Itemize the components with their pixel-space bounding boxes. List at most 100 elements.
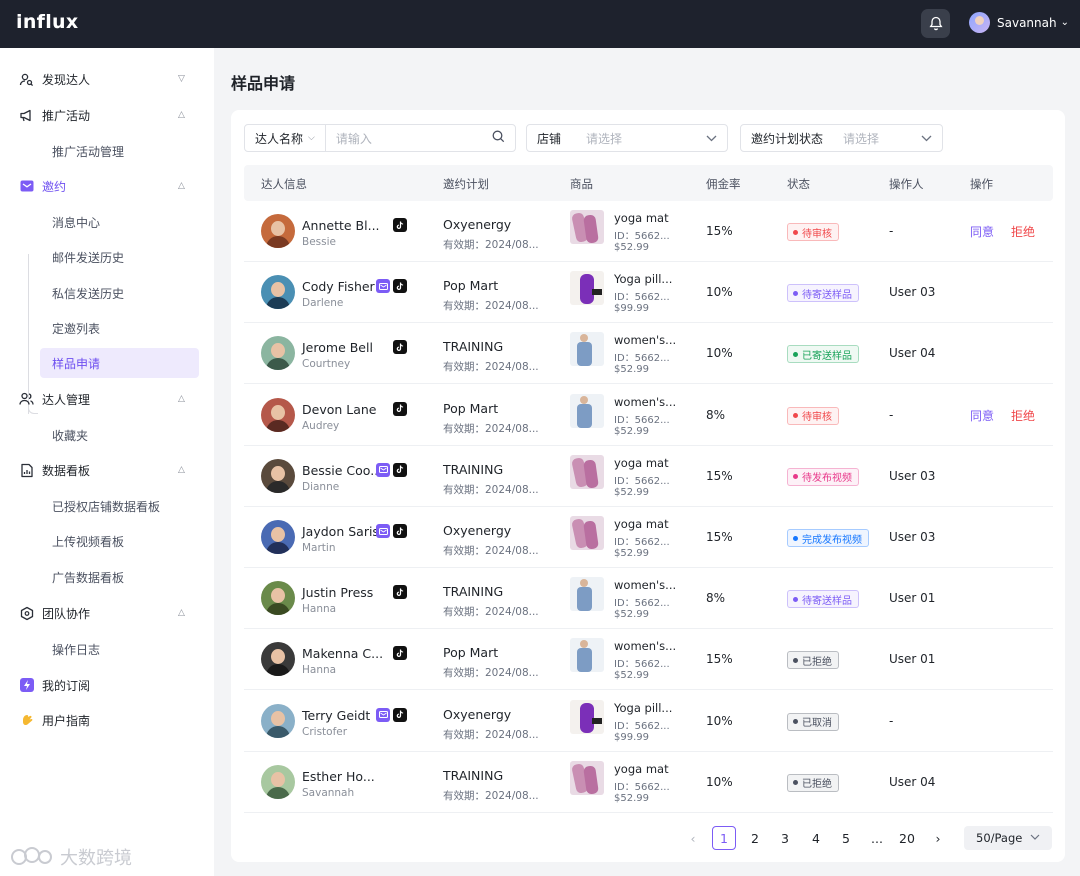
product-image[interactable] <box>570 699 604 734</box>
invite-plan-name[interactable]: Pop Mart <box>443 401 498 416</box>
tiktok-icon[interactable] <box>393 585 407 600</box>
shop-filter[interactable]: 店铺 请选择 <box>526 124 728 152</box>
product-image[interactable] <box>570 638 604 673</box>
table-row[interactable]: Justin Press Hanna TRAINING 有效期：2024/08... w… <box>244 568 1053 630</box>
table-row[interactable]: Makenna C... Hanna Pop Mart 有效期：2024/08... w… <box>244 629 1053 691</box>
product-name[interactable]: yoga mat <box>614 211 669 225</box>
approve-button[interactable]: 同意 <box>970 223 994 240</box>
invite-plan-name[interactable]: Oxyenergy <box>443 217 511 232</box>
tiktok-icon[interactable] <box>393 524 407 538</box>
prev-page-button[interactable]: ‹ <box>681 826 705 850</box>
sidebar-item-message-center[interactable]: 消息中心 <box>40 207 199 237</box>
invite-plan-name[interactable]: TRAINING <box>443 584 503 599</box>
creator-filter-type-select[interactable]: 达人名称 ⌵ <box>245 125 325 151</box>
creator-search-input[interactable]: 请输入 <box>326 130 372 147</box>
message-icon[interactable] <box>376 707 390 722</box>
shop-select[interactable]: 请选择 <box>571 130 622 147</box>
table-row[interactable]: Esther Ho... Savannah TRAINING 有效期：2024/08.… <box>244 752 1053 813</box>
tiktok-icon[interactable] <box>393 401 407 416</box>
table-row[interactable]: Devon Lane Audrey Pop Mart 有效期：2024/08... wo… <box>244 385 1053 446</box>
sidebar-item-operation-log[interactable]: 操作日志 <box>40 634 199 664</box>
message-icon[interactable] <box>376 524 390 538</box>
product-image[interactable] <box>570 577 604 612</box>
product-image[interactable] <box>570 210 604 244</box>
page-button[interactable]: 5 <box>834 826 858 850</box>
product-name[interactable]: women's... <box>614 333 676 347</box>
user-menu[interactable]: Savannah ⌄ <box>969 12 1069 33</box>
product-image[interactable] <box>570 332 604 367</box>
creator-name[interactable]: Terry Geidt <box>302 708 370 723</box>
invite-plan-name[interactable]: Oxyenergy <box>443 707 511 722</box>
product-image[interactable] <box>570 271 604 306</box>
product-name[interactable]: Yoga pill... <box>614 272 672 286</box>
avatar[interactable] <box>261 764 295 799</box>
page-button[interactable]: 2 <box>743 826 767 850</box>
page-button[interactable]: 20 <box>895 826 919 850</box>
creator-name[interactable]: Esther Ho... <box>302 769 375 784</box>
creator-name[interactable]: Justin Press <box>302 585 373 600</box>
app-logo[interactable]: influx <box>16 11 78 33</box>
reject-button[interactable]: 拒绝 <box>1011 223 1035 240</box>
avatar[interactable] <box>261 397 295 432</box>
sidebar-item-invite[interactable]: 邀约 △ <box>0 171 214 201</box>
tiktok-icon[interactable] <box>393 707 407 722</box>
tiktok-icon[interactable] <box>393 279 407 294</box>
notification-bell-icon[interactable] <box>921 9 950 38</box>
sidebar-item-discover[interactable]: 发现达人 ▽ <box>0 64 214 94</box>
approve-button[interactable]: 同意 <box>970 407 994 424</box>
creator-name[interactable]: Cody Fisher <box>302 279 375 294</box>
sidebar-item-creator-manage[interactable]: 达人管理 △ <box>0 384 214 414</box>
sidebar-item-ad-dashboard[interactable]: 广告数据看板 <box>40 562 199 592</box>
tiktok-icon[interactable] <box>393 462 407 477</box>
table-row[interactable]: Annette Bl... Bessie Oxyenergy 有效期：2024/08.… <box>244 201 1053 262</box>
tiktok-icon[interactable] <box>393 218 407 232</box>
table-row[interactable]: Jerome Bell Courtney TRAINING 有效期：2024/08..… <box>244 323 1053 385</box>
search-icon[interactable] <box>492 130 505 146</box>
product-name[interactable]: women's... <box>614 639 676 653</box>
page-size-select[interactable]: 50/Page <box>964 826 1052 850</box>
avatar[interactable] <box>261 275 295 310</box>
message-icon[interactable] <box>376 279 390 294</box>
sidebar-item-campaign-manage[interactable]: 推广活动管理 <box>40 136 199 166</box>
product-name[interactable]: yoga mat <box>614 456 669 470</box>
plan-status-select[interactable]: 请选择 <box>833 130 879 147</box>
sidebar-item-shop-dashboard[interactable]: 已授权店铺数据看板 <box>40 491 199 521</box>
page-button[interactable]: 4 <box>804 826 828 850</box>
plan-status-filter[interactable]: 邀约计划状态 请选择 <box>740 124 943 152</box>
invite-plan-name[interactable]: TRAINING <box>443 768 503 783</box>
avatar[interactable] <box>261 458 295 493</box>
avatar[interactable] <box>261 520 295 554</box>
invite-plan-name[interactable]: Pop Mart <box>443 645 498 660</box>
creator-name[interactable]: Jerome Bell <box>302 340 373 355</box>
table-row[interactable]: Cody Fisher Darlene Pop Mart 有效期：2024/08...… <box>244 262 1053 324</box>
table-row[interactable]: Terry Geidt Cristofer Oxyenergy 有效期：2024/08… <box>244 691 1053 752</box>
avatar[interactable] <box>261 642 295 677</box>
sidebar-item-video-dashboard[interactable]: 上传视频看板 <box>40 526 199 556</box>
invite-plan-name[interactable]: TRAINING <box>443 462 503 477</box>
avatar[interactable] <box>261 336 295 371</box>
product-name[interactable]: yoga mat <box>614 517 669 531</box>
sidebar-item-subscription[interactable]: 我的订阅 <box>0 670 214 700</box>
sidebar-item-invite-list[interactable]: 定邀列表 <box>40 313 199 343</box>
product-image[interactable] <box>570 393 604 428</box>
creator-name[interactable]: Bessie Coo... <box>302 463 382 478</box>
product-name[interactable]: Yoga pill... <box>614 701 672 715</box>
creator-name[interactable]: Annette Bl... <box>302 218 380 233</box>
sidebar-item-favorites[interactable]: 收藏夹 <box>40 420 199 450</box>
tiktok-icon[interactable] <box>393 340 407 355</box>
reject-button[interactable]: 拒绝 <box>1011 407 1035 424</box>
sidebar-item-dashboard[interactable]: 数据看板 △ <box>0 455 214 485</box>
creator-name[interactable]: Jaydon Saris <box>302 524 379 539</box>
page-ellipsis[interactable]: ... <box>865 826 889 850</box>
sidebar-item-dm-history[interactable]: 私信发送历史 <box>40 278 199 308</box>
table-row[interactable]: Bessie Coo... Dianne TRAINING 有效期：2024/08..… <box>244 446 1053 507</box>
tiktok-icon[interactable] <box>393 646 407 661</box>
next-page-button[interactable]: › <box>926 826 950 850</box>
message-icon[interactable] <box>376 462 390 477</box>
sidebar-item-user-guide[interactable]: 用户指南 <box>0 705 214 735</box>
creator-name[interactable]: Makenna C... <box>302 646 383 661</box>
sidebar-item-campaign[interactable]: 推广活动 △ <box>0 100 214 130</box>
page-button[interactable]: 1 <box>712 826 736 850</box>
invite-plan-name[interactable]: Oxyenergy <box>443 523 511 538</box>
avatar[interactable] <box>261 703 295 738</box>
